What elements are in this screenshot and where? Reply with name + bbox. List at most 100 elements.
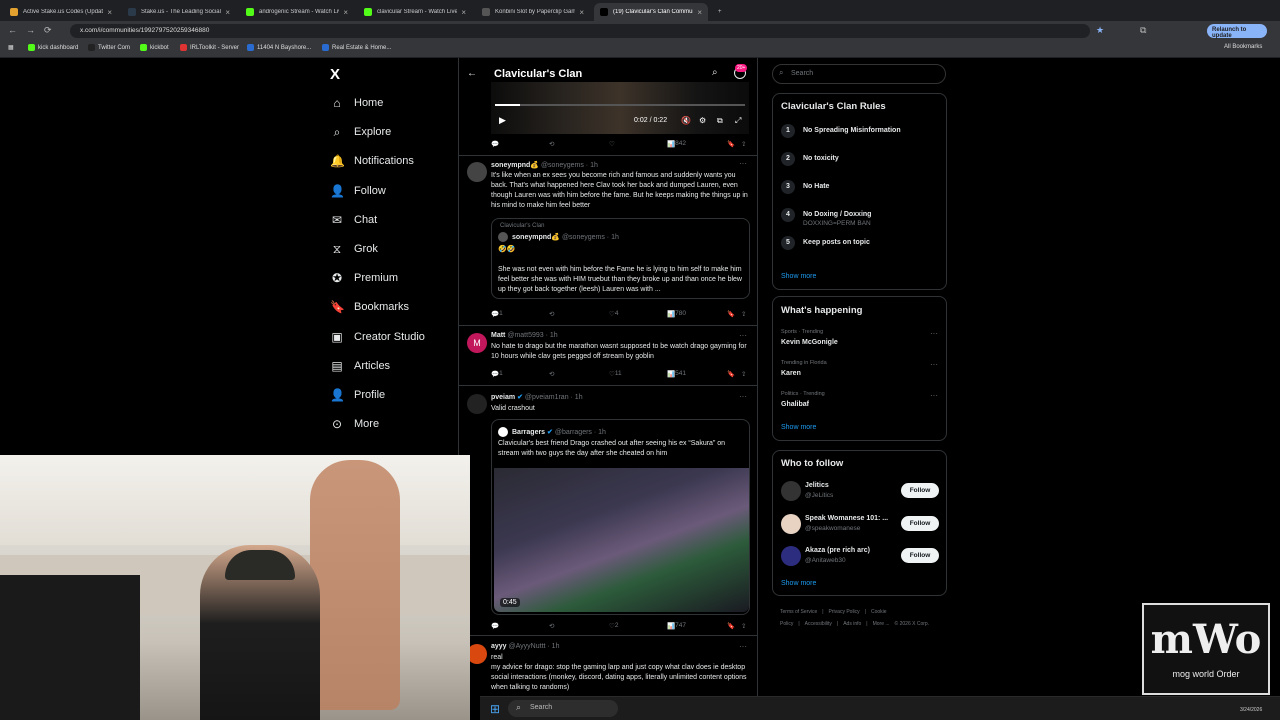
bookmark-item[interactable]: kickbot xyxy=(140,44,169,51)
more-options-icon[interactable]: ··· xyxy=(930,391,938,400)
bookmark-icon[interactable]: 🔖 xyxy=(727,622,735,630)
nav-item-home[interactable]: ⌂ Home xyxy=(330,96,383,110)
quoted-post[interactable]: Barragers ✔ @barragers · 1h Clavicular's… xyxy=(491,419,750,615)
trend-name[interactable]: Karen xyxy=(781,370,801,377)
like-icon[interactable]: ♡ 2 xyxy=(609,622,618,630)
more-options-icon[interactable]: ··· xyxy=(930,329,938,338)
nav-item-chat[interactable]: ✉ Chat xyxy=(330,213,377,227)
avatar[interactable]: M xyxy=(467,333,487,353)
follow-button[interactable]: Follow xyxy=(901,483,939,498)
more-options-icon[interactable]: ··· xyxy=(739,642,747,651)
like-icon[interactable]: ♡ 11 xyxy=(609,370,622,378)
rule-item[interactable]: 4 No Doxing / Doxxing DOXXING=PERM BAN xyxy=(781,208,871,227)
rule-item[interactable]: 1 No Spreading Misinformation xyxy=(781,124,901,138)
close-icon[interactable]: × xyxy=(579,8,584,17)
follow-name[interactable]: Speak Womanese 101: ... xyxy=(805,515,888,522)
browser-tab[interactable]: Active Stake.us Codes (Updated × xyxy=(4,3,118,21)
views-icon[interactable]: 📊 842 xyxy=(667,140,686,148)
views-icon[interactable]: 📊 747 xyxy=(667,622,686,630)
relaunch-button[interactable]: Relaunch to update xyxy=(1207,24,1267,39)
nav-item-bookmarks[interactable]: 🔖 Bookmarks xyxy=(330,300,409,314)
bookmark-icon[interactable]: 🔖 xyxy=(727,370,735,378)
follow-name[interactable]: Jelitics xyxy=(805,482,829,489)
browser-tab[interactable]: clavicular Stream - Watch Live × xyxy=(358,3,472,21)
fullscreen-icon[interactable]: ⤢ xyxy=(735,116,741,126)
rule-item[interactable]: 2 No toxicity xyxy=(781,152,839,166)
post-author[interactable]: ayyy @AyyyNuttt · 1h xyxy=(491,643,559,650)
rules-show-more[interactable]: Show more xyxy=(781,273,816,280)
reply-icon[interactable]: 💬 xyxy=(491,140,499,148)
nav-item-grok[interactable]: ⧖ Grok xyxy=(330,242,378,256)
post-author[interactable]: pveiam ✔ @pveiam1ran · 1h xyxy=(491,393,583,401)
play-icon[interactable]: ▶ xyxy=(499,115,506,126)
browser-tab[interactable]: Stake.us - The Leading Social C × xyxy=(122,3,236,21)
repost-icon[interactable]: ⟲ xyxy=(549,370,554,378)
trend-name[interactable]: Kevin McGonigle xyxy=(781,339,838,346)
back-arrow-icon[interactable]: ← xyxy=(8,25,17,35)
mute-icon[interactable]: 🔇 xyxy=(681,116,691,125)
bookmark-item[interactable]: 11404 N Bayshore... xyxy=(247,44,311,51)
trend-name[interactable]: Ghalibaf xyxy=(781,401,809,408)
footer-link[interactable]: More ... xyxy=(873,621,890,627)
video-player[interactable] xyxy=(491,82,749,134)
nav-item-explore[interactable]: ⌕ Explore xyxy=(330,125,392,139)
bookmark-item[interactable]: Twitter Com xyxy=(88,44,130,51)
repost-icon[interactable]: ⟲ xyxy=(549,310,554,318)
post-soneympnd[interactable]: soneympnd💰 @soneygems · 1h ··· It's like… xyxy=(459,156,757,326)
nav-item-profile[interactable]: 👤 Profile xyxy=(330,388,385,402)
follow-button[interactable]: Follow xyxy=(901,515,939,531)
more-options-icon[interactable]: ··· xyxy=(739,331,747,340)
close-icon[interactable]: × xyxy=(107,8,112,17)
share-icon[interactable]: ⇪ xyxy=(741,310,746,318)
like-icon[interactable]: ♡ xyxy=(609,140,615,148)
rule-item[interactable]: 3 No Hate xyxy=(781,180,829,194)
follow-name[interactable]: Akaza (pre rich arc) xyxy=(805,547,870,554)
footer-link[interactable]: © 2026 X Corp. xyxy=(895,621,930,627)
bookmark-item[interactable]: Real Estate & Home... xyxy=(322,44,391,51)
windows-start-icon[interactable]: ⊞ xyxy=(490,702,500,716)
bookmark-item[interactable]: IRLToolkit - Server xyxy=(180,44,239,51)
close-icon[interactable]: × xyxy=(343,8,348,17)
nav-item-follow[interactable]: 👤 Follow xyxy=(330,184,386,198)
pip-icon[interactable]: ⧉ xyxy=(717,116,723,126)
avatar[interactable] xyxy=(781,513,801,534)
reply-icon[interactable]: 💬 1 xyxy=(491,370,503,378)
more-options-icon[interactable]: ··· xyxy=(930,360,938,369)
share-icon[interactable]: ⇪ xyxy=(741,622,746,630)
extensions-icon[interactable]: ⧉ xyxy=(1140,25,1146,36)
avatar[interactable] xyxy=(467,394,487,414)
nav-item-notifications[interactable]: 🔔 Notifications xyxy=(330,154,414,168)
quoted-post[interactable]: Clavicular's Clan soneympnd💰 @soneygems … xyxy=(491,218,750,299)
close-icon[interactable]: × xyxy=(225,8,230,17)
footer-link[interactable]: Terms of Service xyxy=(780,609,817,615)
settings-gear-icon[interactable]: ⚙ xyxy=(699,116,706,125)
reload-icon[interactable]: ⟳ xyxy=(44,25,52,36)
avatar[interactable] xyxy=(467,162,487,182)
reply-icon[interactable]: 💬 xyxy=(491,622,499,630)
browser-tab[interactable]: Konbini Slot by Paperclip Gami × xyxy=(476,3,590,21)
nav-item-premium[interactable]: ✪ Premium xyxy=(330,271,398,285)
repost-icon[interactable]: ⟲ xyxy=(549,622,554,630)
trends-show-more[interactable]: Show more xyxy=(781,424,816,431)
more-options-icon[interactable]: ··· xyxy=(739,159,747,168)
forward-arrow-icon[interactable]: → xyxy=(26,25,35,35)
bookmark-icon[interactable]: 🔖 xyxy=(727,140,735,148)
nav-item-creator-studio[interactable]: ▣ Creator Studio xyxy=(330,330,425,344)
avatar[interactable] xyxy=(467,644,487,664)
nav-item-more[interactable]: ⊙ More xyxy=(330,417,379,431)
close-icon[interactable]: × xyxy=(461,8,466,17)
browser-tab[interactable]: (19) Clavicular's Clan Commun × xyxy=(594,3,708,21)
back-arrow-icon[interactable]: ← xyxy=(467,68,477,79)
avatar[interactable] xyxy=(781,546,801,566)
rule-item[interactable]: 5 Keep posts on topic xyxy=(781,236,870,250)
bookmark-icon[interactable]: 🔖 xyxy=(727,310,735,318)
footer-link[interactable]: Privacy Policy xyxy=(829,609,860,615)
new-tab-icon[interactable]: + xyxy=(712,3,728,21)
repost-icon[interactable]: ⟲ xyxy=(549,140,554,148)
post-author[interactable]: soneympnd💰 @soneygems · 1h xyxy=(491,161,598,169)
quoted-video-thumbnail[interactable] xyxy=(494,468,749,612)
video-progress-track[interactable] xyxy=(495,104,745,106)
follow-button[interactable]: Follow xyxy=(901,548,939,563)
views-icon[interactable]: 📊 541 xyxy=(667,370,686,378)
follow-show-more[interactable]: Show more xyxy=(781,580,816,587)
